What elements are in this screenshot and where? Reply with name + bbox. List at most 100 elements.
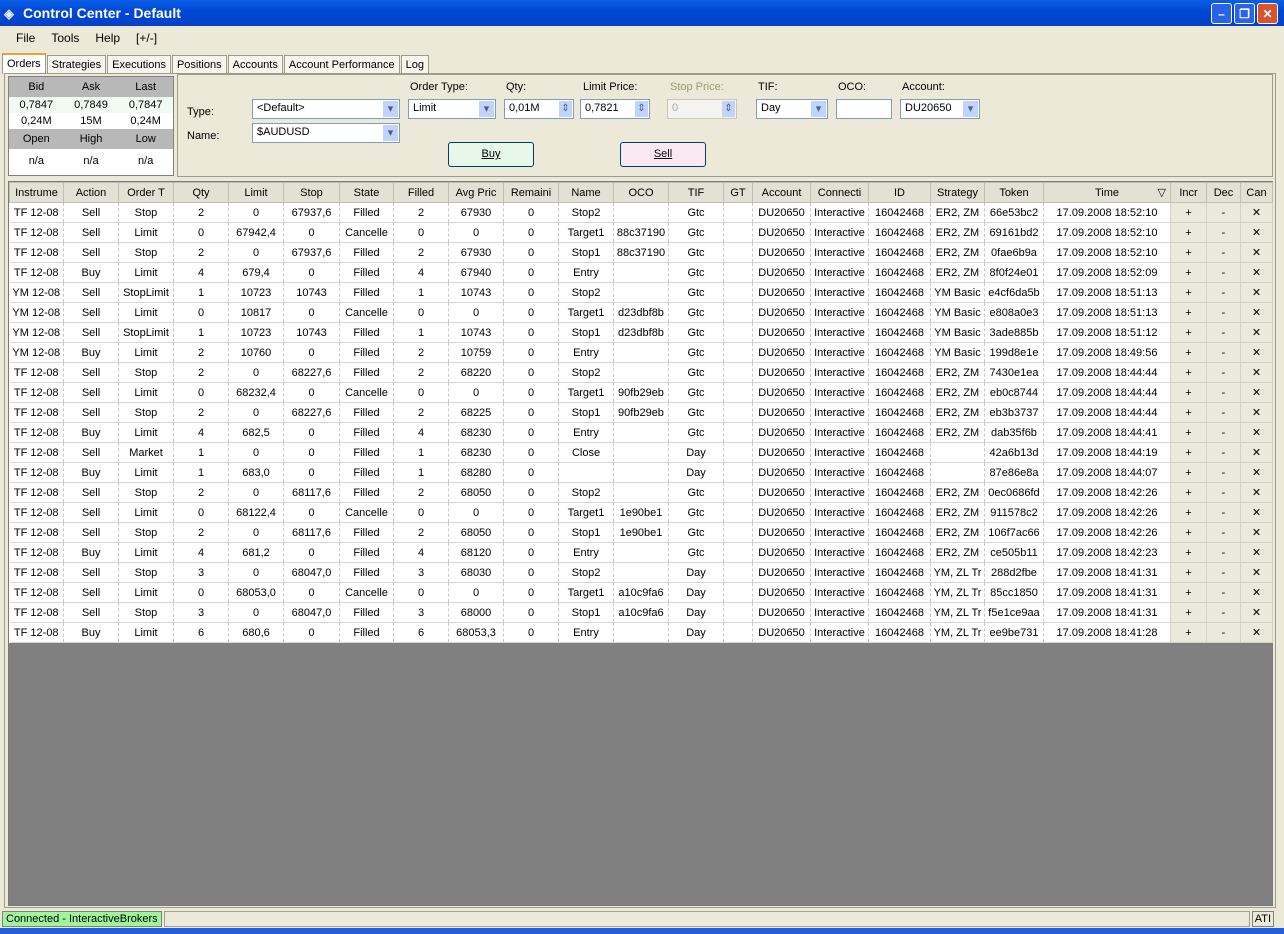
increase-button[interactable]: + <box>1170 342 1207 363</box>
decrease-button[interactable]: - <box>1206 382 1241 403</box>
column-header-tif[interactable]: TIF <box>668 182 724 203</box>
column-header-strategy[interactable]: Strategy <box>930 182 985 203</box>
cancel-order-button[interactable]: ✕ <box>1240 222 1273 243</box>
menu-expand[interactable]: [+/-] <box>128 31 165 45</box>
cancel-order-button[interactable]: ✕ <box>1240 502 1273 523</box>
column-header-can[interactable]: Can <box>1240 182 1273 203</box>
increase-button[interactable]: + <box>1170 622 1207 643</box>
increase-button[interactable]: + <box>1170 362 1207 383</box>
decrease-button[interactable]: - <box>1206 322 1241 343</box>
cancel-order-button[interactable]: ✕ <box>1240 382 1273 403</box>
table-row[interactable]: TF 12-08 Sell Stop 2 0 68227,6 Filled 2 68220 0 St… <box>9 362 1273 383</box>
account-select[interactable]: DU20650 <box>900 99 980 119</box>
table-row[interactable]: TF 12-08 Buy Limit 4 681,2 0 Filled 4 68120 0 Entr… <box>9 542 1273 563</box>
column-header-stop[interactable]: Stop <box>283 182 340 203</box>
increase-button[interactable]: + <box>1170 282 1207 303</box>
restore-button[interactable]: ❐ <box>1234 3 1255 24</box>
decrease-button[interactable]: - <box>1206 302 1241 323</box>
cancel-order-button[interactable]: ✕ <box>1240 542 1273 563</box>
table-row[interactable]: TF 12-08 Buy Limit 1 683,0 0 Filled 1 68280 0 Day D… <box>9 462 1273 483</box>
table-row[interactable]: TF 12-08 Sell Limit 0 68232,4 0 Cancelle 0 0 0 Tar… <box>9 382 1273 403</box>
increase-button[interactable]: + <box>1170 442 1207 463</box>
table-row[interactable]: TF 12-08 Sell Stop 2 0 67937,6 Filled 2 67930 0 St… <box>9 242 1273 263</box>
table-row[interactable]: TF 12-08 Sell Limit 0 68053,0 0 Cancelle 0 0 0 Tar… <box>9 582 1273 603</box>
decrease-button[interactable]: - <box>1206 342 1241 363</box>
cancel-order-button[interactable]: ✕ <box>1240 582 1273 603</box>
increase-button[interactable]: + <box>1170 582 1207 603</box>
column-header-oco[interactable]: OCO <box>613 182 669 203</box>
increase-button[interactable]: + <box>1170 602 1207 623</box>
cancel-order-button[interactable]: ✕ <box>1240 282 1273 303</box>
table-row[interactable]: TF 12-08 Sell Stop 3 0 68047,0 Filled 3 68030 0 St… <box>9 562 1273 583</box>
increase-button[interactable]: + <box>1170 322 1207 343</box>
increase-button[interactable]: + <box>1170 462 1207 483</box>
decrease-button[interactable]: - <box>1206 602 1241 623</box>
column-header-state[interactable]: State <box>339 182 394 203</box>
qty-stepper[interactable]: 0,01M <box>504 99 574 119</box>
decrease-button[interactable]: - <box>1206 242 1241 263</box>
order-type-select[interactable]: Limit <box>408 99 496 119</box>
table-row[interactable]: TF 12-08 Buy Limit 4 679,4 0 Filled 4 67940 0 Entr… <box>9 262 1273 283</box>
decrease-button[interactable]: - <box>1206 542 1241 563</box>
tab-orders[interactable]: Orders <box>2 53 46 74</box>
buy-button[interactable]: Buy <box>448 142 534 167</box>
table-row[interactable]: TF 12-08 Sell Market 1 0 0 Filled 1 68230 0 Close D… <box>9 442 1273 463</box>
cancel-order-button[interactable]: ✕ <box>1240 562 1273 583</box>
column-header-account[interactable]: Account <box>752 182 811 203</box>
column-header-gt[interactable]: GT <box>723 182 753 203</box>
decrease-button[interactable]: - <box>1206 262 1241 283</box>
increase-button[interactable]: + <box>1170 302 1207 323</box>
decrease-button[interactable]: - <box>1206 282 1241 303</box>
decrease-button[interactable]: - <box>1206 582 1241 603</box>
decrease-button[interactable]: - <box>1206 402 1241 423</box>
tif-select[interactable]: Day <box>756 99 828 119</box>
column-header-connecti[interactable]: Connecti <box>810 182 869 203</box>
column-header-avg-pric[interactable]: Avg Pric <box>448 182 504 203</box>
increase-button[interactable]: + <box>1170 202 1207 223</box>
column-header-action[interactable]: Action <box>63 182 119 203</box>
tab-log[interactable]: Log <box>400 55 429 74</box>
column-header-dec[interactable]: Dec <box>1206 182 1241 203</box>
cancel-order-button[interactable]: ✕ <box>1240 242 1273 263</box>
increase-button[interactable]: + <box>1170 242 1207 263</box>
close-button[interactable]: ✕ <box>1257 3 1278 24</box>
cancel-order-button[interactable]: ✕ <box>1240 262 1273 283</box>
table-row[interactable]: TF 12-08 Sell Limit 0 67942,4 0 Cancelle 0 0 0 Tar… <box>9 222 1273 243</box>
column-header-limit[interactable]: Limit <box>228 182 284 203</box>
tab-strategies[interactable]: Strategies <box>46 55 107 74</box>
decrease-button[interactable]: - <box>1206 562 1241 583</box>
column-header-time[interactable]: Time ▽ <box>1043 182 1171 203</box>
table-row[interactable]: YM 12-08 Sell StopLimit 1 10723 10743 Filled 1 1… <box>9 322 1273 343</box>
decrease-button[interactable]: - <box>1206 522 1241 543</box>
cancel-order-button[interactable]: ✕ <box>1240 482 1273 503</box>
decrease-button[interactable]: - <box>1206 502 1241 523</box>
column-header-id[interactable]: ID <box>868 182 931 203</box>
decrease-button[interactable]: - <box>1206 622 1241 643</box>
column-header-qty[interactable]: Qty <box>173 182 229 203</box>
tab-positions[interactable]: Positions <box>171 55 227 74</box>
increase-button[interactable]: + <box>1170 542 1207 563</box>
tab-accounts[interactable]: Accounts <box>227 55 283 74</box>
increase-button[interactable]: + <box>1170 522 1207 543</box>
table-row[interactable]: TF 12-08 Sell Stop 3 0 68047,0 Filled 3 68000 0 St… <box>9 602 1273 623</box>
column-header-order-t[interactable]: Order T <box>118 182 174 203</box>
table-row[interactable]: TF 12-08 Sell Stop 2 0 68117,6 Filled 2 68050 0 St… <box>9 482 1273 503</box>
cancel-order-button[interactable]: ✕ <box>1240 302 1273 323</box>
cancel-order-button[interactable]: ✕ <box>1240 462 1273 483</box>
decrease-button[interactable]: - <box>1206 202 1241 223</box>
cancel-order-button[interactable]: ✕ <box>1240 622 1273 643</box>
minimize-button[interactable]: – <box>1211 3 1232 24</box>
sell-button[interactable]: Sell <box>620 142 706 167</box>
menu-tools[interactable]: Tools <box>43 31 87 45</box>
decrease-button[interactable]: - <box>1206 222 1241 243</box>
decrease-button[interactable]: - <box>1206 442 1241 463</box>
cancel-order-button[interactable]: ✕ <box>1240 422 1273 443</box>
column-header-name[interactable]: Name <box>558 182 614 203</box>
column-header-remaini[interactable]: Remaini <box>503 182 559 203</box>
table-row[interactable]: TF 12-08 Sell Stop 2 0 68227,6 Filled 2 68225 0 St… <box>9 402 1273 423</box>
increase-button[interactable]: + <box>1170 422 1207 443</box>
decrease-button[interactable]: - <box>1206 482 1241 503</box>
type-select[interactable]: <Default> <box>252 99 400 119</box>
cancel-order-button[interactable]: ✕ <box>1240 602 1273 623</box>
table-row[interactable]: YM 12-08 Sell Limit 0 10817 0 Cancelle 0 0 0 Targe… <box>9 302 1273 323</box>
